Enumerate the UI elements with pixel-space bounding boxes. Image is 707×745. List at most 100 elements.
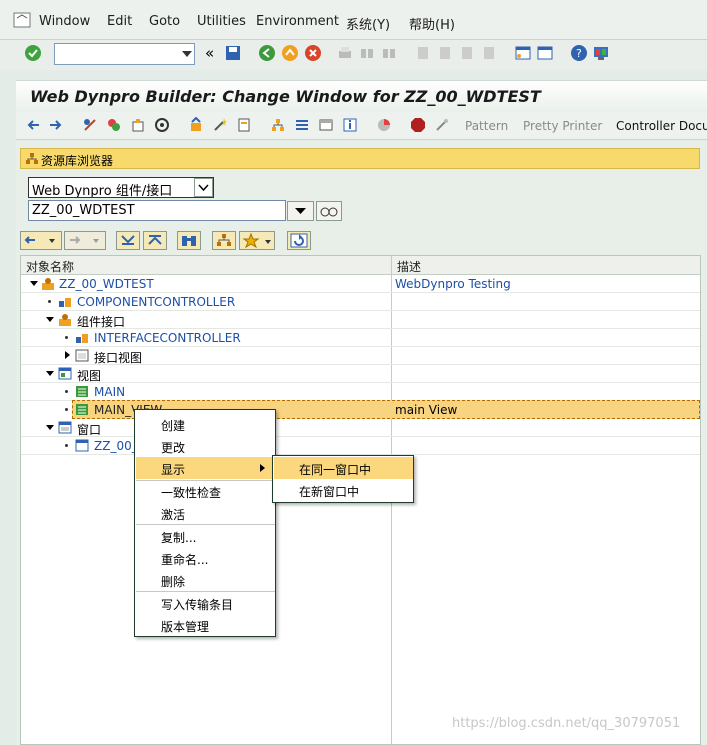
activate-icon[interactable] [188,117,204,133]
arrow-right-icon [70,236,99,244]
expand-toggle-icon[interactable] [46,371,54,376]
tree-row[interactable] [21,419,700,437]
refresh-button[interactable] [287,231,311,250]
column-header-object-name[interactable]: 对象名称 [26,258,74,275]
menu-item-consistency-check[interactable]: 一致性检查 [136,480,275,502]
arrow-left-icon [24,236,55,244]
expand-toggle-icon[interactable] [46,425,54,430]
menu-item-display[interactable]: 显示 [136,457,275,479]
tree-node-label[interactable]: 接口视图 [94,349,142,366]
active-inactive-icon[interactable] [106,117,122,133]
arrow-left-icon[interactable] [25,117,41,133]
menu-utilities[interactable]: Utilities [197,14,246,29]
object-type-dropdown-button[interactable] [194,178,213,197]
object-name-dropdown-button[interactable] [287,201,314,221]
layout-menu-icon[interactable] [592,44,610,62]
pie-chart-icon[interactable] [376,117,392,133]
context-menu: 创建 更改 显示 一致性检查 激活 复制... 重命名... 删除 写入传输条目… [134,409,276,637]
magic-wand-icon[interactable] [212,117,228,133]
previous-page-icon[interactable] [436,44,454,62]
menu-item-create[interactable]: 创建 [136,413,275,435]
expand-all-button[interactable] [116,231,140,250]
favorites-button[interactable] [239,231,275,250]
menu-environment[interactable]: Environment [256,14,339,29]
controller-icon [59,298,71,307]
check-icon[interactable] [154,117,170,133]
back-icon[interactable] [258,44,276,62]
next-page-icon[interactable] [458,44,476,62]
expand-toggle-icon[interactable] [65,351,70,359]
glasses-icon [320,207,338,217]
last-page-icon[interactable] [480,44,498,62]
hierarchy-icon[interactable] [270,117,286,133]
info-icon[interactable] [342,117,358,133]
menu-item-copy[interactable]: 复制... [136,525,275,547]
help-icon[interactable]: ? [570,44,588,62]
other-object-icon[interactable] [130,117,146,133]
web-dynpro-component-icon [42,278,54,290]
expand-toggle-icon[interactable] [46,317,54,322]
menu-window[interactable]: Window [39,14,90,29]
menu-system[interactable]: 系统(Y) [346,14,390,33]
pretty-printer-button[interactable]: Pretty Printer [523,119,602,133]
command-field[interactable] [54,43,195,65]
chevron-down-icon[interactable] [182,51,192,57]
submenu-item-new-window[interactable]: 在新窗口中 [274,479,413,501]
tree-node-label[interactable]: COMPONENTCONTROLLER [77,295,235,309]
menu-item-change[interactable]: 更改 [136,435,275,457]
where-used-icon[interactable] [236,117,252,133]
wand-icon[interactable] [434,117,450,133]
controller-doc-button[interactable]: Controller Docum [616,119,707,133]
object-list-button[interactable] [212,231,236,250]
menu-item-delete[interactable]: 删除 [136,569,275,591]
print-icon[interactable] [336,44,354,62]
repository-browser-header[interactable]: 资源库浏览器 [20,148,700,169]
window-icon[interactable] [318,117,334,133]
find-icon[interactable] [358,44,376,62]
menu-help[interactable]: 帮助(H) [409,14,455,33]
double-chevron-left-icon[interactable]: « [205,44,214,62]
menu-item-write-transport-entry[interactable]: 写入传输条目 [136,592,275,614]
first-page-icon[interactable] [414,44,432,62]
tree-node-label[interactable]: 窗口 [77,421,101,438]
expand-toggle-icon[interactable] [30,281,38,286]
tree-node-label[interactable]: 组件接口 [77,313,125,330]
leaf-bullet [65,336,68,339]
display-object-button[interactable] [316,201,342,221]
arrow-right-icon[interactable] [48,117,64,133]
enter-check-icon[interactable] [24,44,42,62]
tree-node-label[interactable]: ZZ_00_ [94,439,138,453]
tree-row[interactable] [21,365,700,383]
find-next-icon[interactable] [380,44,398,62]
tree-node-label[interactable]: MAIN [94,385,125,399]
find-button[interactable] [177,231,201,250]
collapse-all-button[interactable] [143,231,167,250]
cancel-icon[interactable] [304,44,322,62]
previous-object-button[interactable] [20,231,62,250]
object-name-input[interactable]: ZZ_00_WDTEST [28,200,286,221]
submenu-item-same-window[interactable]: 在同一窗口中 [274,457,413,479]
column-header-description[interactable]: 描述 [397,258,421,275]
list-icon[interactable] [294,117,310,133]
stop-icon[interactable] [410,117,426,133]
create-session-icon[interactable] [514,44,532,62]
pattern-button[interactable]: Pattern [465,119,508,133]
menu-item-activate[interactable]: 激活 [136,502,275,524]
menu-goto[interactable]: Goto [149,14,180,29]
exit-icon[interactable] [281,44,299,62]
next-object-button[interactable] [64,231,106,250]
controller-icon [76,334,88,343]
title-bar: Web Dynpro Builder: Change Window for ZZ… [16,80,707,112]
save-icon[interactable] [224,44,242,62]
sap-window-icon[interactable] [12,10,32,30]
menu-item-rename[interactable]: 重命名... [136,547,275,569]
menu-item-version-management[interactable]: 版本管理 [136,614,275,636]
tree-node-label[interactable]: 视图 [77,367,101,384]
menu-edit[interactable]: Edit [107,14,132,29]
shortcut-icon[interactable] [536,44,554,62]
window-icon [75,439,89,452]
tree-node-label[interactable]: INTERFACECONTROLLER [94,331,241,345]
object-type-select[interactable]: Web Dynpro 组件/接口 [28,177,214,198]
tree-node-label[interactable]: ZZ_00_WDTEST [59,277,154,291]
display-change-icon[interactable] [82,117,98,133]
